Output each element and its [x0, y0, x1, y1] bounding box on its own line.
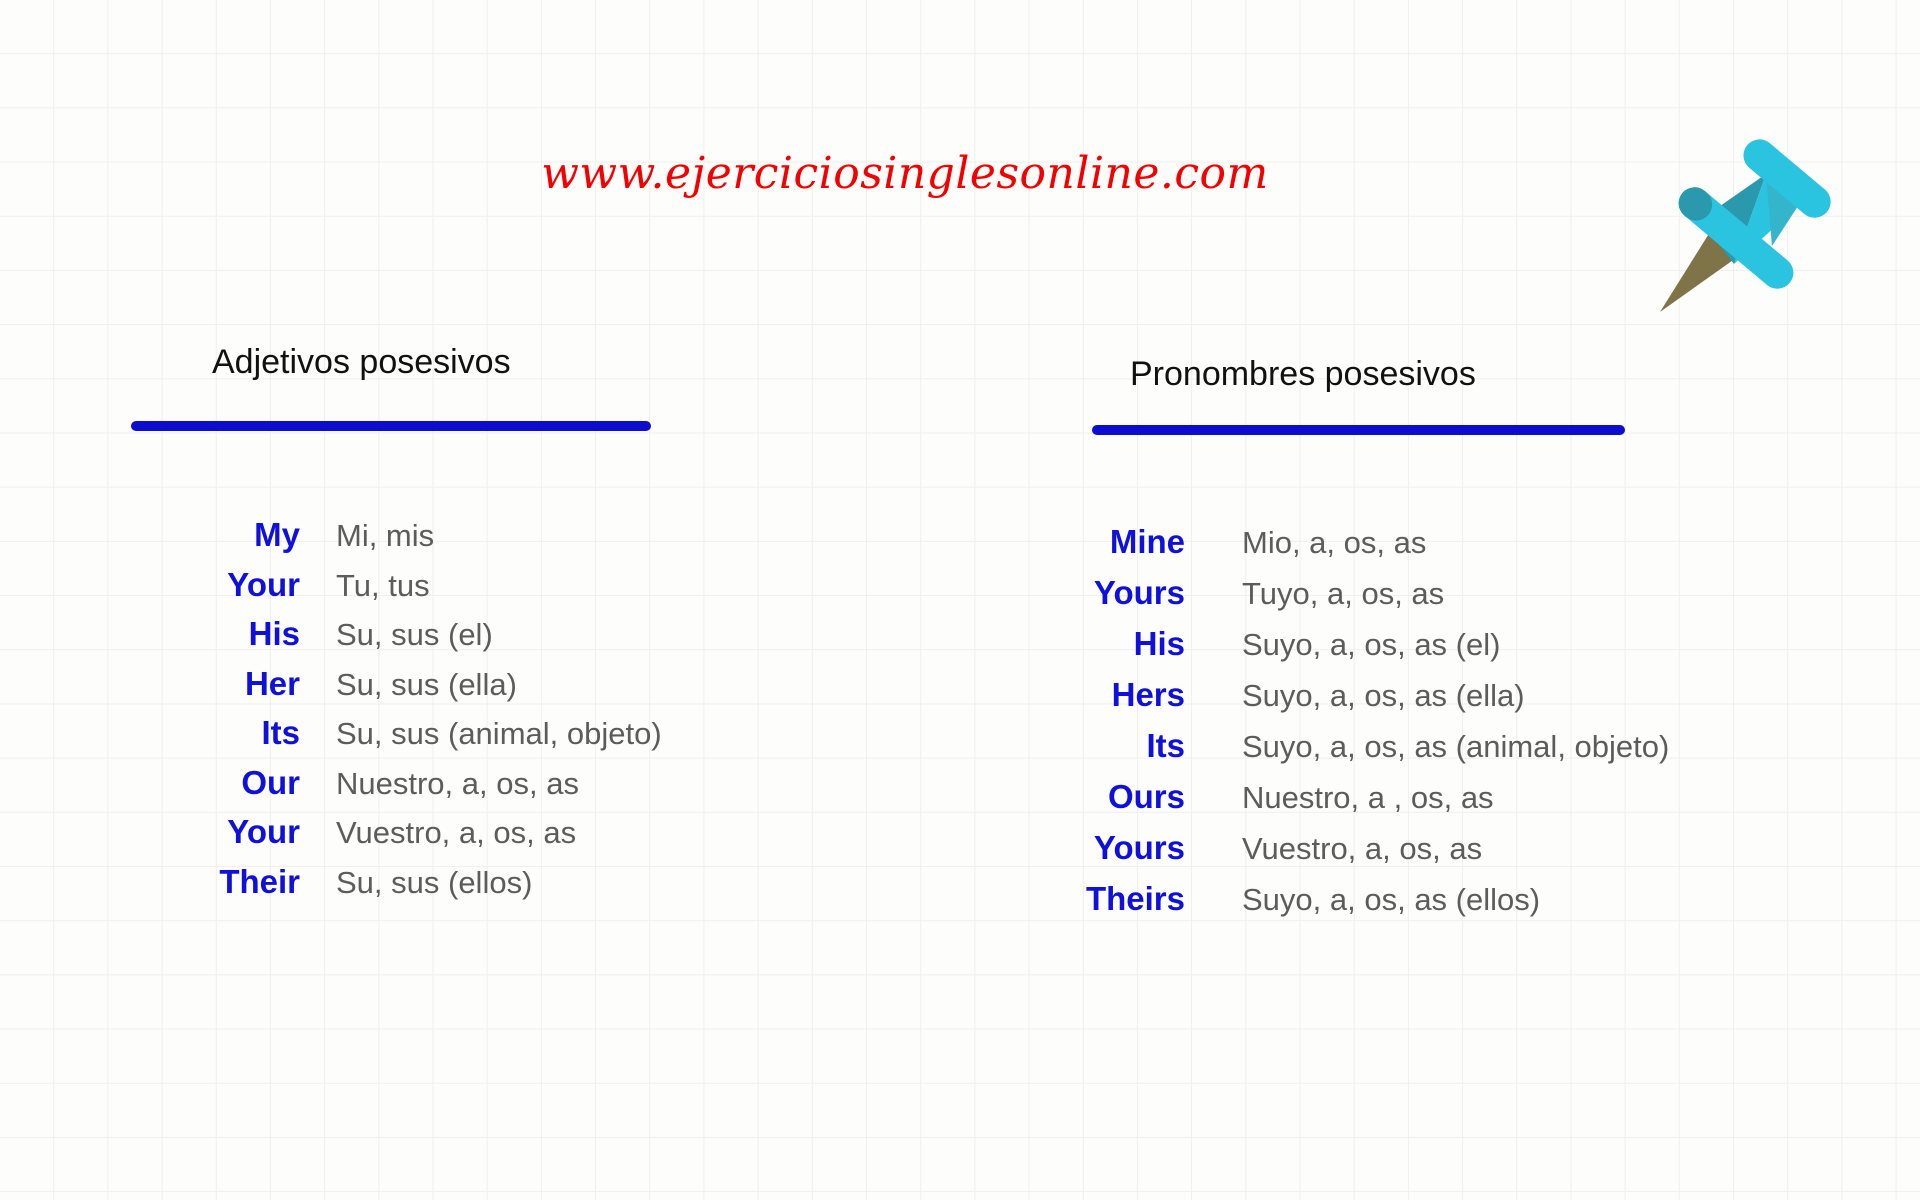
word-english: Mine	[1109, 523, 1185, 560]
pronouns-table: Mine Mio, a, os, as Yours Tuyo, a, os, a…	[1030, 517, 1669, 925]
table-row: Its Suyo, a, os, as (animal, objeto)	[1030, 721, 1669, 772]
table-row: Mine Mio, a, os, as	[1030, 517, 1669, 568]
word-spanish: Mi, mis	[336, 518, 435, 553]
word-spanish: Suyo, a, os, as (animal, objeto)	[1242, 729, 1670, 764]
word-english: Yours	[1093, 574, 1185, 611]
heading-adjetivos-posesivos: Adjetivos posesivos	[212, 343, 511, 381]
table-row: Hers Suyo, a, os, as (ella)	[1030, 670, 1669, 721]
word-english: Your	[227, 813, 300, 850]
word-english: Yours	[1093, 829, 1185, 866]
table-row: His Suyo, a, os, as (el)	[1030, 619, 1669, 670]
word-spanish: Suyo, a, os, as (ella)	[1242, 678, 1525, 713]
word-spanish: Nuestro, a , os, as	[1242, 780, 1494, 815]
word-english: Its	[1146, 727, 1185, 764]
heading-pronombres-posesivos: Pronombres posesivos	[1130, 355, 1476, 393]
word-spanish: Nuestro, a, os, as	[336, 765, 579, 801]
word-spanish: Tuyo, a, os, as	[1242, 576, 1445, 611]
word-spanish: Su, sus (animal, objeto)	[336, 716, 662, 751]
word-spanish: Suyo, a, os, as (ellos)	[1242, 882, 1541, 917]
table-row: Your Tu, tus	[150, 561, 662, 611]
word-english: Your	[227, 565, 300, 603]
word-spanish: Vuestro, a, os, as	[1242, 831, 1483, 866]
word-english: Theirs	[1085, 880, 1185, 917]
word-english: Hers	[1111, 676, 1185, 713]
heading-underline-bar	[131, 421, 651, 431]
word-spanish: Tu, tus	[336, 567, 430, 603]
table-row: Its Su, sus (animal, objeto)	[150, 709, 662, 759]
table-row: Theirs Suyo, a, os, as (ellos)	[1030, 874, 1669, 925]
adjectives-table: My Mi, mis Your Tu, tus His Su, sus (el)…	[150, 511, 662, 908]
word-spanish: Mio, a, os, as	[1242, 525, 1427, 560]
word-english: Her	[244, 664, 300, 702]
word-spanish: Su, sus (el)	[336, 617, 493, 652]
word-english: Its	[261, 714, 300, 751]
heading-underline-bar	[1092, 425, 1625, 435]
word-english: His	[248, 615, 300, 652]
word-english: My	[254, 516, 300, 553]
word-english: Their	[219, 862, 300, 900]
word-spanish: Su, sus (ella)	[336, 666, 517, 702]
table-row: His Su, sus (el)	[150, 610, 662, 660]
word-spanish: Su, sus (ellos)	[336, 864, 533, 900]
word-spanish: Vuestro, a, os, as	[336, 815, 577, 850]
table-row: Our Nuestro, a, os, as	[150, 759, 662, 809]
table-row: Her Su, sus (ella)	[150, 660, 662, 710]
table-row: Yours Vuestro, a, os, as	[1030, 823, 1669, 874]
site-title: www.ejerciciosinglesonline.com	[541, 148, 1269, 199]
table-row: My Mi, mis	[150, 511, 662, 561]
word-english: His	[1133, 625, 1185, 662]
word-english: Ours	[1107, 778, 1185, 815]
pushpin-icon	[1638, 128, 1834, 324]
table-row: Yours Tuyo, a, os, as	[1030, 568, 1669, 619]
word-spanish: Suyo, a, os, as (el)	[1242, 627, 1501, 662]
table-row: Your Vuestro, a, os, as	[150, 808, 662, 858]
word-english: Our	[241, 763, 300, 801]
table-row: Their Su, sus (ellos)	[150, 858, 662, 908]
table-row: Ours Nuestro, a , os, as	[1030, 772, 1669, 823]
